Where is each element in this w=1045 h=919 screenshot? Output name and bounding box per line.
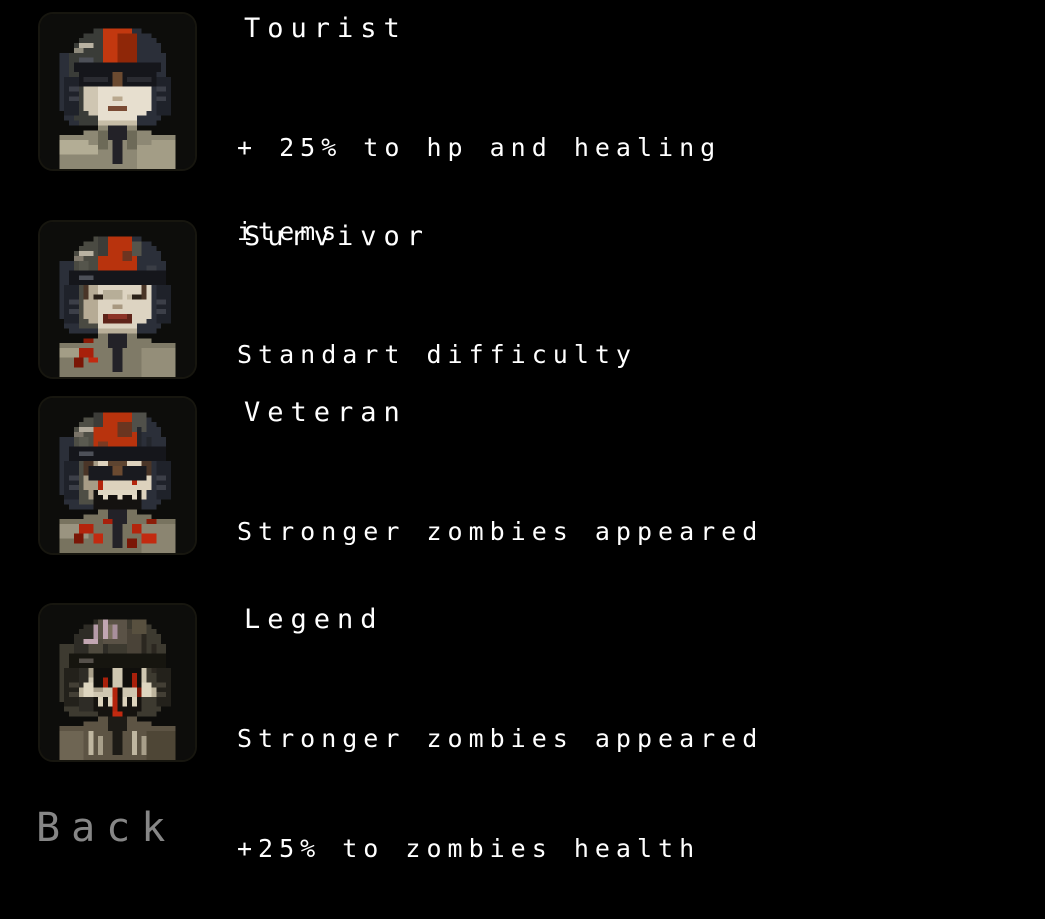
difficulty-select-screen: Tourist + 25% to hp and healing items Su… — [0, 0, 1045, 891]
legend-portrait — [40, 605, 195, 760]
difficulty-name-tourist: Tourist — [244, 13, 407, 44]
description-line: Standart difficulty — [237, 340, 637, 369]
veteran-text-column: Veteran Stronger zombies appeared — [237, 398, 1027, 602]
veteran-portrait — [40, 398, 195, 553]
description-line: Stronger zombies appeared — [237, 517, 764, 546]
difficulty-name-veteran: Veteran — [244, 397, 407, 428]
difficulty-description-veteran: Stronger zombies appeared — [237, 462, 1027, 602]
survivor-portrait-frame[interactable] — [40, 222, 195, 377]
legend-portrait-frame[interactable] — [40, 605, 195, 760]
veteran-portrait-frame[interactable] — [40, 398, 195, 553]
legend-text-column: Legend Stronger zombies appeared +25% to… — [237, 605, 1027, 919]
difficulty-name-legend: Legend — [244, 604, 384, 635]
survivor-text-column: Survivor Standart difficulty — [237, 222, 1027, 425]
description-line: + 25% to hp and healing — [237, 133, 722, 162]
description-line: Stronger zombies appeared — [237, 724, 764, 753]
tourist-portrait-frame[interactable] — [40, 14, 195, 169]
difficulty-description-legend: Stronger zombies appeared +25% to zombie… — [237, 669, 1027, 919]
difficulty-name-survivor: Survivor — [244, 221, 431, 252]
description-line: +25% to zombies health — [237, 834, 701, 863]
survivor-portrait — [40, 222, 195, 377]
tourist-portrait — [40, 14, 195, 169]
back-button[interactable]: Back — [36, 806, 176, 850]
